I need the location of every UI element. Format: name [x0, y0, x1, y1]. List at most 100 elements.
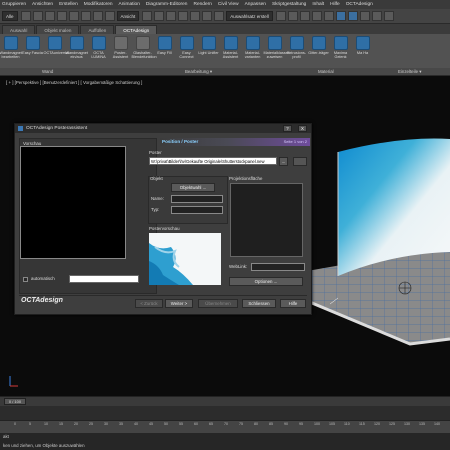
- ribbon-button[interactable]: Easy Connect: [176, 36, 197, 59]
- place-icon[interactable]: [104, 11, 115, 21]
- ribbon-button[interactable]: Materialklassen zuweisen: [264, 36, 290, 59]
- close-icon[interactable]: X: [298, 125, 307, 132]
- snap-3-icon[interactable]: [166, 11, 177, 21]
- projektionsflaeche-label: Projektionsfläche: [229, 176, 263, 181]
- ribbon-button[interactable]: Gitter-träger: [308, 36, 329, 55]
- ribbon-button[interactable]: Ma Ha: [352, 36, 373, 55]
- ribbon-button[interactable]: Light Unifier: [198, 36, 219, 55]
- selection-set-select[interactable]: Auswahlsatz erstell: [226, 11, 273, 21]
- menu-item[interactable]: Civil View: [218, 2, 239, 7]
- ribbon-button[interactable]: Easy Fascia: [22, 36, 43, 55]
- group-label-material: Material: [318, 69, 334, 74]
- view-select[interactable]: Ansicht: [116, 11, 140, 21]
- layer-icon[interactable]: [299, 11, 310, 21]
- name-field[interactable]: [171, 195, 223, 203]
- automatisch-field[interactable]: [69, 275, 139, 283]
- tab-octadesign[interactable]: OCTAdesign: [115, 25, 158, 34]
- select-icon[interactable]: [20, 11, 31, 21]
- menu-item[interactable]: Diagramm-Editoren: [146, 2, 188, 7]
- render-frame-icon[interactable]: [371, 11, 382, 21]
- magnet-toggle-icon: [69, 36, 84, 50]
- angle-snap-icon[interactable]: [178, 11, 189, 21]
- tab-auffüllen[interactable]: Auffüllen: [80, 25, 115, 34]
- uebernehmen-button[interactable]: Übernehmen: [198, 299, 238, 308]
- ribbon-button[interactable]: Material-Assistent: [220, 36, 241, 59]
- material-classes-icon: [267, 36, 282, 50]
- select-by-name-icon[interactable]: [32, 11, 43, 21]
- pivot-icon[interactable]: [142, 11, 153, 21]
- menu-item[interactable]: Skriptgestaltung: [272, 2, 306, 7]
- scene-explorer-icon[interactable]: [311, 11, 322, 21]
- render-setup-icon[interactable]: [359, 11, 370, 21]
- menu-item[interactable]: Animation: [119, 2, 140, 7]
- filter-select[interactable]: Alle: [2, 11, 18, 21]
- ribbon-button[interactable]: Material-varianten: [242, 36, 263, 59]
- scale-icon[interactable]: [92, 11, 103, 21]
- edit-named-selection-icon[interactable]: [214, 11, 225, 21]
- time-slider[interactable]: 0 / 100: [0, 396, 450, 406]
- hilfe-button[interactable]: Hilfe: [280, 299, 306, 308]
- menu-item[interactable]: Modifikatoren: [84, 2, 113, 7]
- ribbon-button[interactable]: Maxima Gelenk: [330, 36, 351, 59]
- percent-snap-icon[interactable]: [190, 11, 201, 21]
- browse-button[interactable]: ...: [279, 157, 288, 166]
- tab-auswahl[interactable]: Auswahl: [2, 25, 36, 34]
- ribbon-button[interactable]: Glashalter-Blendefunktion: [132, 36, 157, 59]
- zurueck-button[interactable]: < Zurück: [135, 299, 163, 308]
- ribbon-button[interactable]: Wandmagnet bearbeiten: [0, 36, 22, 59]
- spinner-snap-icon[interactable]: [202, 11, 213, 21]
- weiter-button[interactable]: Weiter >: [165, 299, 193, 308]
- menu-item[interactable]: Gruppieren: [2, 2, 26, 7]
- ribbon-button[interactable]: Easy Fill: [154, 36, 175, 55]
- menu-item[interactable]: Inhalt: [312, 2, 324, 7]
- easy-fill-icon: [157, 36, 172, 50]
- tab-objekt-malen[interactable]: Objekt malen: [36, 25, 80, 34]
- postervorschau-label: Postervorschau: [149, 226, 180, 231]
- group-label-bearbeitung[interactable]: Bearbeitung ▾: [185, 68, 212, 75]
- automatisch-checkbox[interactable]: [23, 277, 28, 282]
- ribbon-button[interactable]: Wandmagnet ein/aus: [66, 36, 88, 59]
- optionen-button[interactable]: Optionen ...: [229, 277, 303, 286]
- menu-item[interactable]: Erstellen: [59, 2, 78, 7]
- menu-item[interactable]: Hilfe: [330, 2, 340, 7]
- ribbon-button[interactable]: OCTA LUMINA: [88, 36, 109, 59]
- viewport-label[interactable]: [ + ] [Perspektive ] [Benutzerdefiniert …: [6, 80, 142, 85]
- ribbon-button-label: Easy Fascia: [22, 51, 43, 55]
- cursor-icon[interactable]: [154, 11, 165, 21]
- help-icon[interactable]: ?: [283, 125, 292, 132]
- ribbon-button[interactable]: OCTAuniversal: [44, 36, 69, 55]
- light-unifier-icon: [201, 36, 216, 50]
- poster-thumbnail-icon[interactable]: [293, 157, 307, 166]
- render-icon[interactable]: [383, 11, 394, 21]
- ribbon-button-label: Light Unifier: [198, 51, 219, 55]
- weblink-field[interactable]: [251, 263, 305, 271]
- dialog-titlebar[interactable]: OCTAdesign Posterassistent: [15, 124, 311, 133]
- typ-field[interactable]: [171, 206, 223, 214]
- timeline-tick: 65: [209, 422, 213, 426]
- name-label: Name:: [151, 196, 164, 201]
- poster-path-input[interactable]: W:\privat\Bilder\hv\Gekaufte Originale\S…: [149, 157, 277, 165]
- lumina-icon: [91, 36, 106, 50]
- mirror-icon[interactable]: [275, 11, 286, 21]
- window-crossing-icon[interactable]: [56, 11, 67, 21]
- menu-item[interactable]: Rendern: [193, 2, 211, 7]
- timeline-ruler[interactable]: 0 5 10 15 20 25 30 35 40 45 50 55 60 65 70 75 80 85 90 95 10…: [0, 420, 450, 433]
- align-icon[interactable]: [287, 11, 298, 21]
- menu-item[interactable]: Anpassen: [245, 2, 266, 7]
- rotate-icon[interactable]: [80, 11, 91, 21]
- frame-counter[interactable]: 0 / 100: [4, 398, 26, 405]
- ribbon-button[interactable]: Extrusions-profil: [286, 36, 307, 59]
- menu-item[interactable]: OCTAdesign: [346, 2, 373, 7]
- page-header: Position / Poster Seite 1 von 2: [160, 138, 310, 146]
- timeline-tick: 5: [29, 422, 31, 426]
- menu-item[interactable]: Ansichten: [32, 2, 53, 7]
- schematic-view-icon[interactable]: [335, 11, 346, 21]
- objektwahl-button[interactable]: Objektwahl ...: [171, 183, 215, 192]
- material-editor-icon[interactable]: [347, 11, 358, 21]
- group-label-einzelteile[interactable]: Einzelteile ▾: [398, 68, 421, 75]
- curve-editor-icon[interactable]: [323, 11, 334, 21]
- schliessen-button[interactable]: Schliessen: [242, 299, 276, 308]
- rect-select-icon[interactable]: [44, 11, 55, 21]
- ribbon-button[interactable]: Poster-Assistent: [110, 36, 131, 59]
- move-icon[interactable]: [68, 11, 79, 21]
